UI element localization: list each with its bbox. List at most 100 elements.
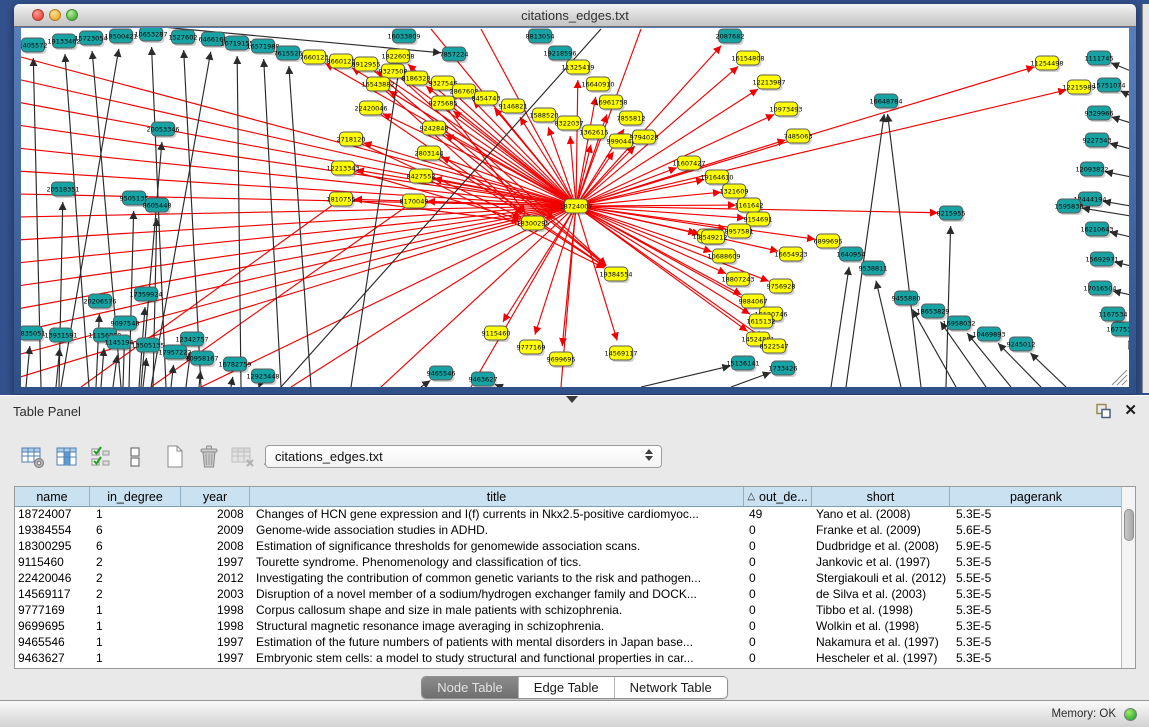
column-header-out_de[interactable]: △out_de... [744, 487, 812, 506]
graph-node[interactable]: 1615132 [747, 314, 776, 330]
table-row[interactable]: 1830029562008Estimation of significance … [15, 539, 1135, 555]
graph-node[interactable]: 18226058 [381, 49, 414, 65]
graph-node[interactable]: 9329966 [1085, 106, 1114, 122]
graph-node[interactable]: 16654923 [774, 247, 807, 263]
create-column-button[interactable] [160, 443, 190, 471]
network-graph[interactable]: 1405572191334621572305418500421106532871… [21, 28, 1129, 387]
graph-node[interactable]: 12093822 [1075, 162, 1108, 178]
float-window-icon[interactable] [1095, 403, 1112, 419]
graph-node[interactable]: 20206576 [83, 294, 116, 310]
resize-grip[interactable] [1110, 368, 1128, 386]
table-row[interactable]: 977716911998Corpus callosum shape and si… [15, 603, 1135, 619]
column-header-title[interactable]: title [250, 487, 744, 506]
graph-node[interactable]: 9242848 [420, 121, 449, 137]
column-header-name[interactable]: name [15, 487, 90, 506]
graph-node[interactable]: 18300295 [516, 216, 549, 232]
table-row[interactable]: 946362711997Embryonic stem cells: a mode… [15, 651, 1135, 667]
graph-node[interactable]: 11607427 [672, 156, 705, 172]
tab-node-table[interactable]: Node Table [422, 677, 518, 698]
table-row[interactable]: 1938455462009Genome-wide association stu… [15, 523, 1135, 539]
graph-node[interactable]: 2087682 [716, 29, 745, 45]
table-row[interactable]: 1456911722003Disruption of a novel membe… [15, 587, 1135, 603]
graph-node[interactable]: 11254498 [1030, 56, 1063, 72]
graph-node[interactable]: 16782759 [218, 357, 251, 373]
graph-node[interactable]: 16640910 [581, 77, 614, 93]
column-header-in_degree[interactable]: in_degree [90, 487, 181, 506]
graph-node[interactable]: 8957581 [725, 224, 754, 240]
graph-node[interactable]: 8522547 [760, 339, 789, 355]
window-titlebar[interactable]: citations_edges.txt [14, 4, 1136, 27]
graph-node[interactable]: 9275685 [429, 96, 458, 112]
graph-node[interactable]: 1527602 [169, 30, 198, 46]
graph-node[interactable]: 9097548 [111, 316, 140, 332]
vertical-scrollbar[interactable] [1121, 487, 1135, 668]
graph-node[interactable]: 9245012 [1007, 337, 1036, 353]
graph-node[interactable]: 16961758 [594, 95, 627, 111]
graph-node[interactable]: 11325419 [561, 60, 594, 76]
graph-node[interactable]: 16154808 [731, 51, 764, 67]
graph-node[interactable]: 16033809 [387, 29, 420, 45]
graph-node[interactable]: 8215955 [937, 206, 966, 222]
table-row[interactable]: 1872400712008Changes of HCN gene express… [15, 507, 1135, 523]
graph-node[interactable]: 16775339 [1106, 322, 1129, 338]
graph-node[interactable]: 8813054 [526, 29, 555, 45]
graph-node[interactable]: 16648784 [869, 94, 902, 110]
graph-node[interactable]: 18807243 [721, 272, 754, 288]
graph-node[interactable]: 10469893 [972, 327, 1005, 343]
graph-node[interactable]: 9115460 [482, 326, 511, 342]
graph-node[interactable]: 1733426 [769, 361, 798, 377]
graph-node[interactable]: 22420046 [354, 101, 387, 117]
graph-node[interactable]: 20518351 [46, 182, 79, 198]
graph-node[interactable]: 9699695 [547, 352, 576, 368]
graph-node[interactable]: 12215989 [1062, 80, 1095, 96]
graph-node[interactable]: 12213343 [326, 161, 359, 177]
graph-node[interactable]: 9465546 [427, 366, 456, 382]
column-header-pagerank[interactable]: pagerank [950, 487, 1122, 506]
select-columns-button[interactable] [52, 443, 82, 471]
graph-node[interactable]: 18500421 [104, 29, 137, 45]
graph-node[interactable]: 17016504 [1083, 281, 1116, 297]
graph-node[interactable]: 7660123 [300, 50, 329, 66]
graph-node[interactable]: 8454743 [472, 91, 501, 107]
graph-node[interactable]: 18724007 [559, 199, 592, 215]
table-selector-combobox[interactable]: citations_edges.txt [265, 445, 662, 468]
table-row[interactable]: 2242004622012Investigating the contribut… [15, 571, 1135, 587]
graph-node[interactable]: 1111745 [1085, 51, 1114, 67]
table-row[interactable]: 969969511998Structural magnetic resonanc… [15, 619, 1135, 635]
graph-node[interactable]: 1362615 [580, 125, 609, 141]
graph-node[interactable]: 1145194 [105, 335, 134, 351]
graph-node[interactable]: 17359924 [129, 287, 162, 303]
select-rows-button[interactable] [86, 443, 116, 471]
graph-node[interactable]: 16210643 [1080, 222, 1113, 238]
close-icon[interactable]: ✕ [1124, 404, 1137, 418]
column-header-short[interactable]: short [812, 487, 950, 506]
column-header-year[interactable]: year [181, 487, 250, 506]
graph-node[interactable]: 15136141 [726, 356, 759, 372]
graph-node[interactable]: 7857224 [440, 47, 469, 63]
graph-node[interactable]: 13931591 [44, 328, 77, 344]
graph-node[interactable]: 18653829 [916, 304, 949, 320]
graph-node[interactable]: 1595838 [1055, 199, 1084, 215]
graph-node[interactable]: 7485063 [784, 129, 813, 145]
graph-node[interactable]: 2718120 [337, 132, 366, 148]
graph-node[interactable]: 14569117 [604, 346, 637, 362]
tab-edge-table[interactable]: Edge Table [518, 677, 614, 698]
graph-node[interactable]: 9146821 [499, 99, 528, 115]
graph-node[interactable]: 10973493 [769, 102, 802, 118]
graph-node[interactable]: 9835051 [21, 326, 45, 342]
table-row[interactable]: 946554611997Estimation of the future num… [15, 635, 1135, 651]
table-settings-button[interactable] [18, 443, 48, 471]
graph-node[interactable]: 6899695 [814, 234, 843, 250]
graph-node[interactable]: 7855812 [617, 111, 646, 127]
graph-node[interactable]: 10688609 [707, 249, 740, 265]
graph-node[interactable]: 9455880 [892, 291, 921, 307]
graph-node[interactable]: 8170049 [400, 194, 429, 210]
graph-node[interactable]: 15751074 [1092, 78, 1125, 94]
graph-node[interactable]: 8186328 [402, 71, 431, 87]
tab-network-table[interactable]: Network Table [614, 677, 727, 698]
graph-node[interactable]: 12213987 [752, 75, 785, 91]
scrollbar-thumb[interactable] [1124, 509, 1134, 541]
graph-node[interactable]: 9794028 [630, 130, 659, 146]
graph-node[interactable]: 1640954 [837, 247, 866, 263]
graph-node[interactable]: 9463627 [469, 372, 498, 387]
